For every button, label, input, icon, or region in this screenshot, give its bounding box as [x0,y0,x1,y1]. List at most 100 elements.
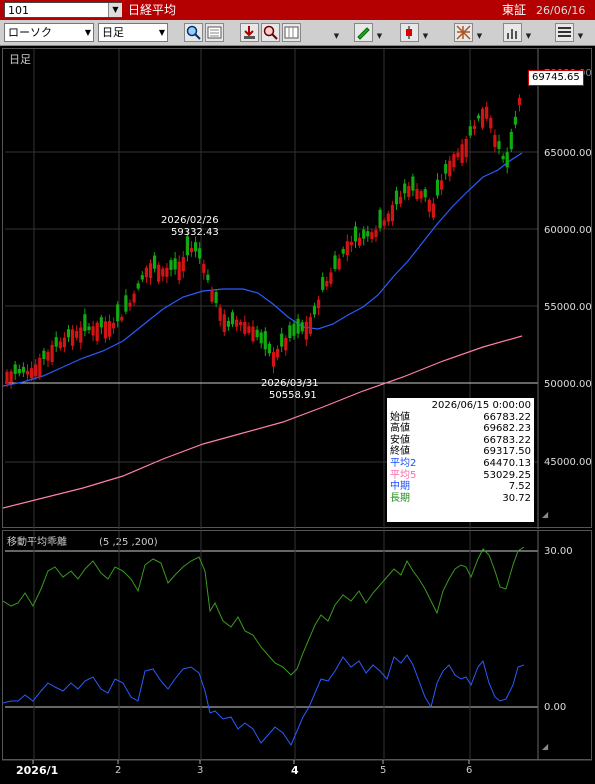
pencil-icon[interactable] [354,23,373,42]
candle-body [378,209,382,228]
symbol-input[interactable]: 101 [4,2,122,18]
volume-icon[interactable] [503,23,522,42]
candle-body [83,314,87,332]
candle-body [341,249,345,254]
data-box-row: 安値 66783.22 [390,435,531,447]
candle-body [17,369,21,374]
candle-body [353,226,358,242]
candle-body [312,305,317,315]
candle-body [493,134,497,147]
candle-body [448,160,452,177]
symbol-code: 101 [8,4,29,17]
candle-body [136,283,140,289]
data-box-label: 高値 [390,423,410,435]
x-tick-label: 2026/1 [16,764,58,777]
zoom-icon[interactable] [184,23,203,42]
candle-body [411,176,415,191]
candle-body [132,293,136,303]
data-box-label: 長期 [390,492,410,504]
data-box-header: 2026/06/15 0:00:00 [431,400,531,411]
chevron-down-icon[interactable]: ▼ [576,23,585,42]
x-tick-label: 3 [197,765,203,776]
candle-body [210,290,214,302]
candle-body [189,247,194,253]
y-tick-label: 60000.00 [544,225,592,236]
candle-body [390,205,394,222]
chevron-down-icon[interactable]: ▼ [375,23,384,42]
data-box-row: 平均5 53029.25 [390,470,531,482]
y-tick-label: 65000.00 [544,148,592,159]
candle-body [468,126,472,136]
candle-body [501,155,505,160]
candle-body [87,326,91,330]
annotation-date: 2026/02/26 [161,215,219,226]
candle-body [329,272,333,284]
y-tick-label: 55000.00 [544,302,592,313]
settings-icon[interactable] [555,23,574,42]
ohlc-data-box: 2026/06/15 0:00:00 始値 66783.22 高値 69682.23 安… [387,398,534,522]
candle-body [54,337,58,347]
data-box-value: 53029.25 [483,469,531,481]
candlesticks [5,94,522,389]
deviation-panel[interactable]: 移動平均乖離 (5 ,25 ,200) 30.00 0.00 ◢ [2,530,592,761]
list-icon[interactable] [205,23,224,42]
candle-body [280,333,284,347]
candle-body [243,321,247,334]
download-icon[interactable] [240,23,259,42]
candle-body [214,291,218,304]
y-tick-label: 50000.00 [544,379,592,390]
chevron-down-icon[interactable]: ▼ [475,23,484,42]
data-box-value: 7.52 [508,481,531,493]
panel-label: 移動平均乖離 [7,535,67,548]
candle-body [284,337,288,351]
data-box-label: 平均5 [390,469,417,481]
candle-body [75,331,79,338]
candle-body [317,299,321,309]
candle-body [460,144,464,163]
pattern-icon[interactable] [454,23,473,42]
candle-body [161,268,165,277]
symbol-dropdown-icon[interactable]: ▼ [108,3,122,17]
chevron-down-icon: ▼ [158,28,165,37]
mid-term-deviation-line [2,654,525,747]
candle-body [144,267,148,278]
candle-body [374,229,378,238]
candle-body [222,314,226,332]
candle-body [247,326,251,333]
chevron-down-icon[interactable]: ▼ [421,23,430,42]
x-axis: 2026/1 2 3 4 5 6 [2,759,592,780]
data-box-label: 平均2 [390,457,417,469]
candle-body [485,106,489,119]
candle-body [489,117,493,129]
exchange-label: 東証 [502,3,527,17]
candle-body [423,189,427,198]
deviation-chart: 移動平均乖離 (5 ,25 ,200) 30.00 0.00 ◢ [2,531,573,761]
grid-icon[interactable] [282,23,301,42]
candle-icon[interactable] [400,23,419,42]
chevron-down-icon[interactable]: ▼ [332,23,341,42]
candle-body [124,295,128,312]
candle-body [9,371,13,383]
chevron-down-icon[interactable]: ▼ [524,23,533,42]
candle-body [153,255,157,269]
candle-body [169,260,173,270]
candle-body [46,351,50,361]
candle-body [128,302,132,307]
scroll-up-icon[interactable]: ◢ [542,510,549,519]
candle-body [218,307,222,321]
candle-body [304,321,308,340]
candle-body [91,326,95,336]
candle-body [427,199,431,212]
candle-body [30,368,34,379]
candle-body [226,320,230,327]
toolbar: ローソク ▼ 日足 ▼ ▼ ▼ ▼ ▼ ▼ ▼ [0,20,595,46]
annotation-date: 2026/03/31 [261,378,319,389]
period-select[interactable]: 日足 ▼ [98,23,168,42]
candle-body [251,326,255,342]
chart-type-select[interactable]: ローソク ▼ [4,23,94,42]
zoom-chart-icon[interactable] [261,23,280,42]
y-tick-label: 30.00 [544,546,573,557]
candle-body [42,350,46,360]
data-box-value: 69317.50 [483,446,531,458]
scroll-down-icon[interactable]: ◢ [542,742,549,751]
